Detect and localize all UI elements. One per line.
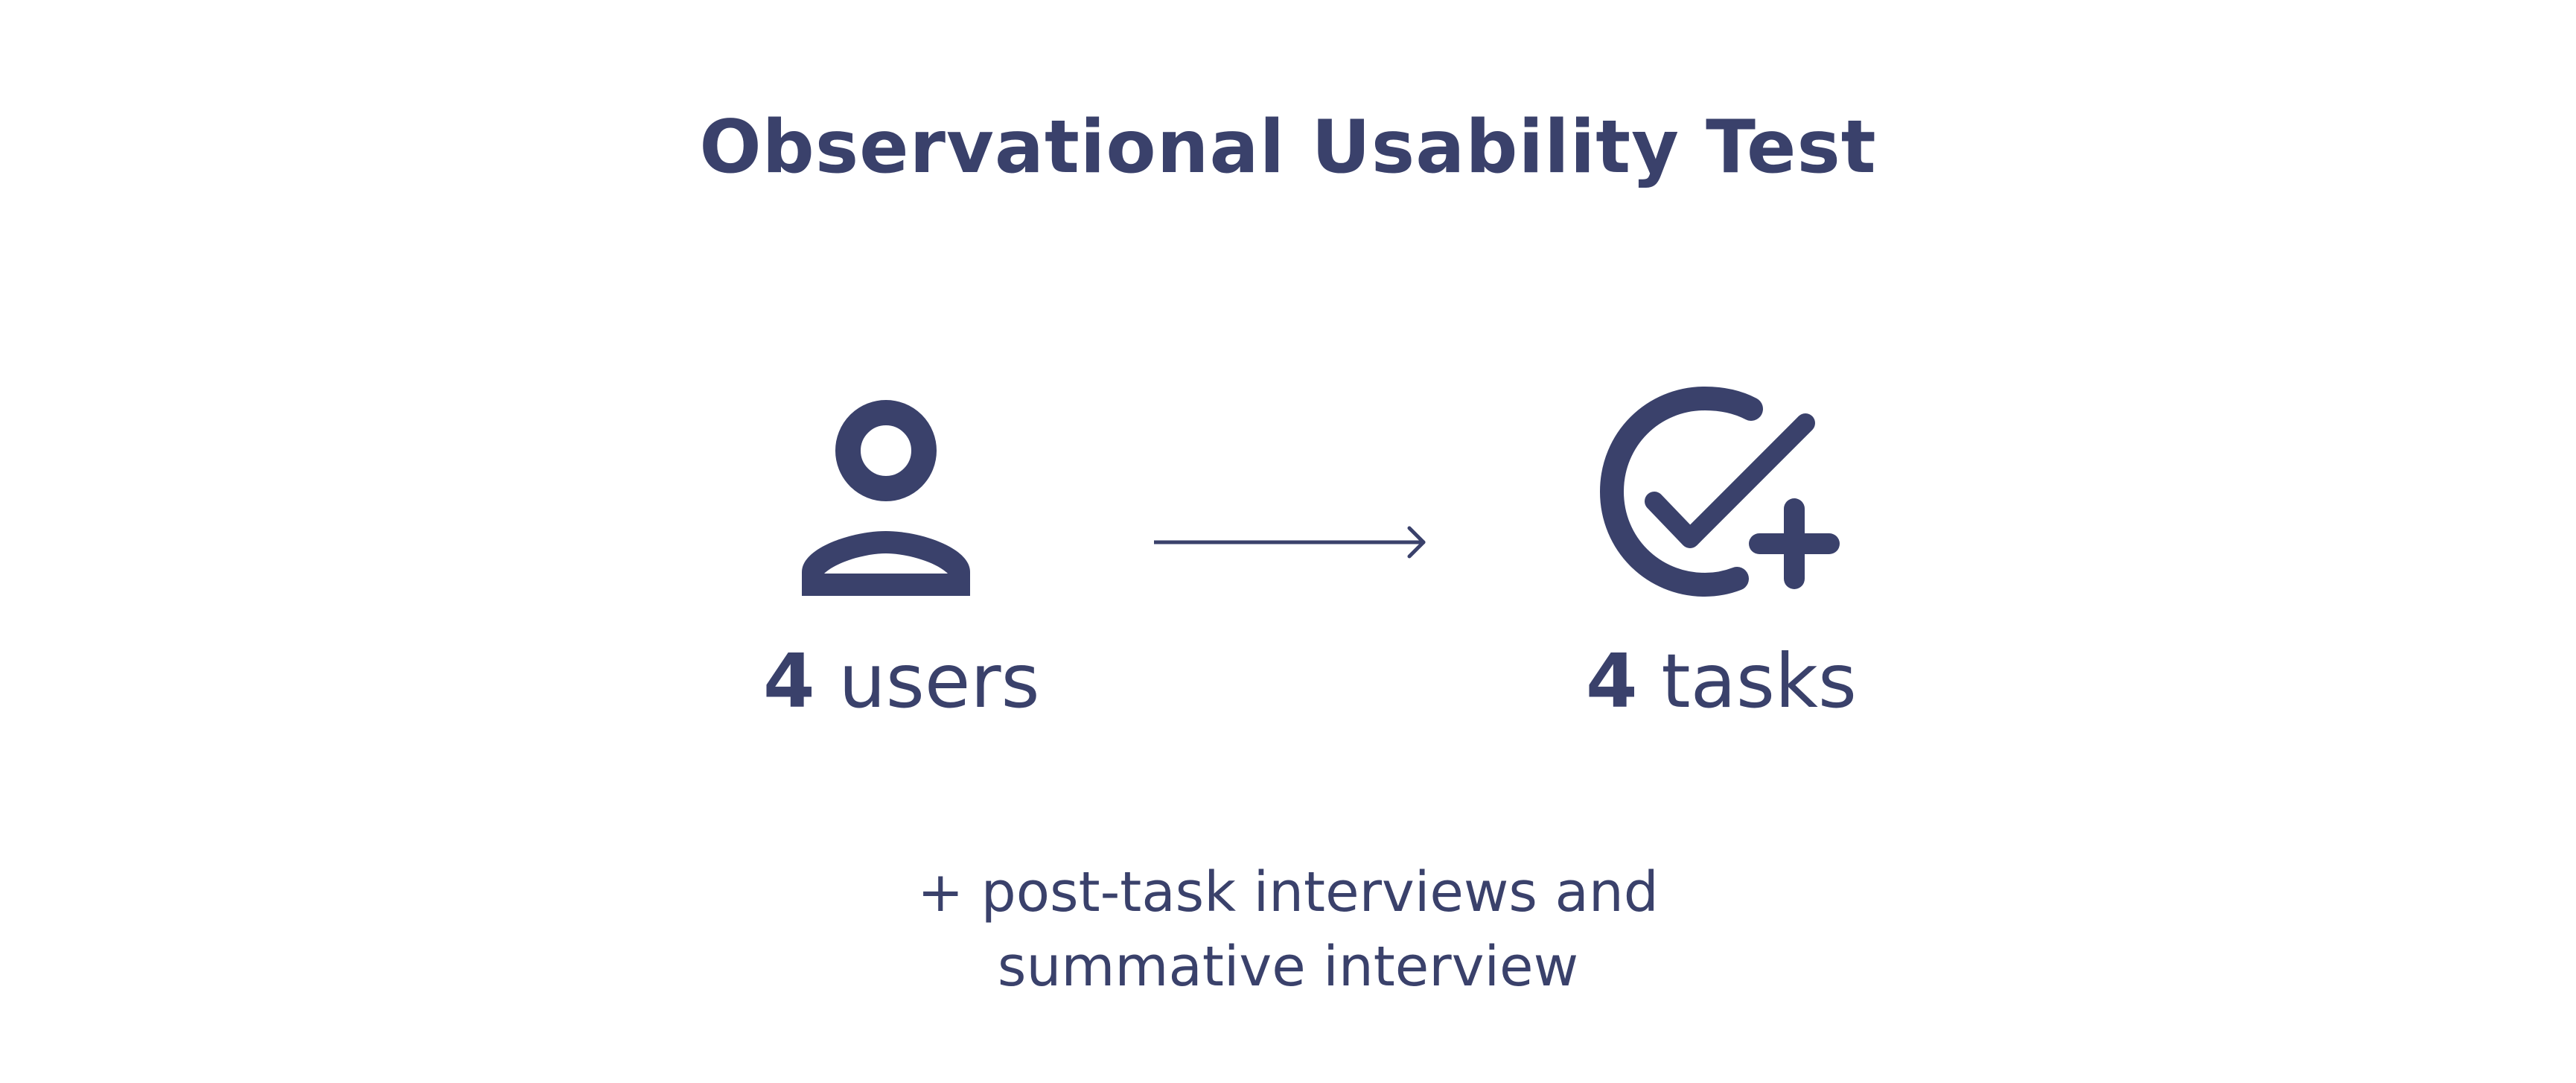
- users-count-label: 4 users: [763, 638, 1040, 725]
- users-count-number: 4: [763, 638, 815, 725]
- interview-footnote: + post-task interviews and summative int…: [0, 855, 2576, 1004]
- arrow-right-icon: [1154, 521, 1429, 566]
- footnote-line-2: summative interview: [997, 935, 1579, 999]
- footnote-line-1: + post-task interviews and: [917, 860, 1659, 924]
- user-icon: [785, 398, 986, 607]
- diagram-title: Observational Usability Test: [699, 105, 1877, 190]
- tasks-count-number: 4: [1586, 638, 1638, 725]
- tasks-count-label: 4 tasks: [1586, 638, 1857, 725]
- users-count-text: users: [838, 638, 1040, 725]
- tasks-count-text: tasks: [1661, 638, 1857, 725]
- task-check-add-icon: [1586, 384, 1850, 622]
